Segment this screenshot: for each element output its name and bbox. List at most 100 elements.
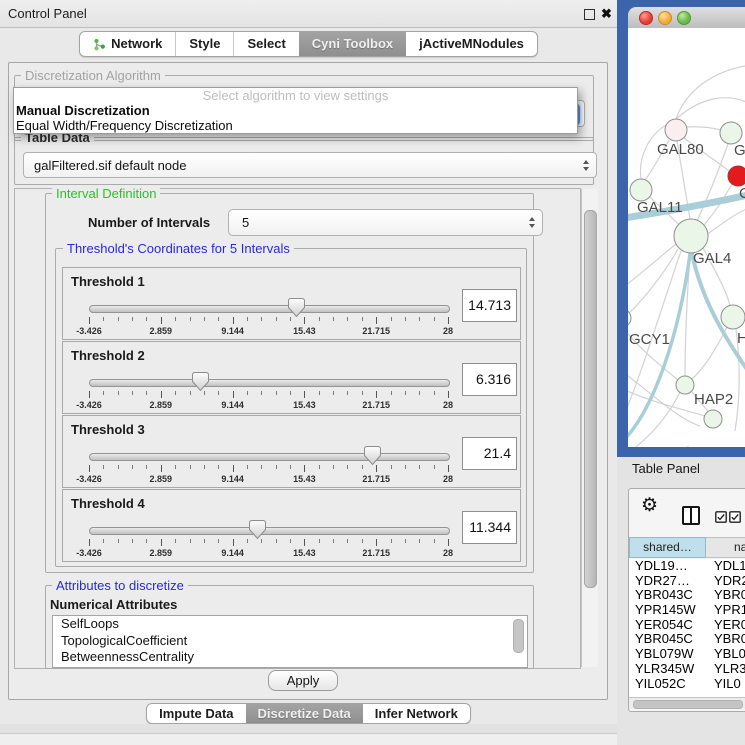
network-node-hap2[interactable] — [676, 376, 694, 394]
tick-label: 2.859 — [150, 400, 173, 410]
attribute-item-betweennesscentrality[interactable]: BetweennessCentrality — [53, 649, 527, 666]
slider-thumb[interactable] — [249, 520, 266, 539]
table-row[interactable]: YIL052CYIL0 — [629, 677, 745, 692]
popup-option-equal-width-frequency-discretization[interactable]: Equal Width/Frequency Discretization — [14, 118, 577, 133]
table-row[interactable]: YDL19…YDL1 — [629, 559, 745, 574]
network-node-label: GAL80 — [657, 141, 704, 158]
slider-track[interactable] — [89, 305, 450, 313]
checkbox-checked-icon[interactable] — [729, 511, 741, 523]
table-cell[interactable]: YLR3 — [706, 662, 745, 677]
tab-jactivemnodules[interactable]: jActiveMNodules — [406, 32, 537, 56]
table-row[interactable]: YPR145WYPR1 — [629, 603, 745, 618]
minimize-traffic-light-icon[interactable] — [658, 11, 672, 25]
network-node-c[interactable] — [728, 166, 745, 186]
number-of-intervals-spinner[interactable]: 5 — [228, 209, 543, 236]
table-data-combobox[interactable]: galFiltered.sif default node — [23, 152, 597, 178]
network-icon — [93, 38, 106, 51]
close-traffic-light-icon[interactable] — [639, 11, 653, 25]
tab-cyni-toolbox[interactable]: Cyni Toolbox — [299, 32, 406, 56]
table-cell[interactable]: YBR0 — [706, 588, 745, 603]
threshold-value-field[interactable]: 6.316 — [462, 363, 517, 396]
table-row[interactable]: YBL079WYBL0 — [629, 647, 745, 662]
spinner-stepper-icon[interactable] — [529, 217, 535, 228]
table-cell[interactable]: YPR145W — [629, 603, 706, 618]
table-row[interactable]: YBR043CYBR0 — [629, 588, 745, 603]
table-cell[interactable]: YBL079W — [629, 647, 706, 662]
network-node-gal80[interactable] — [665, 119, 687, 141]
table-cell[interactable]: YER0 — [706, 618, 745, 633]
table-row[interactable]: YBR045CYBR0 — [629, 632, 745, 647]
table-browser-window: ⚙ shared… na YDL19…YDL1YDR27…YDR2YBR043C… — [628, 488, 745, 712]
table-cell[interactable]: YIL0 — [706, 677, 745, 692]
attribute-item-topologicalcoefficient[interactable]: TopologicalCoefficient — [53, 633, 527, 650]
network-node-ga[interactable] — [720, 122, 742, 144]
slider-thumb[interactable] — [192, 372, 209, 391]
slider-thumb[interactable] — [288, 298, 305, 317]
table-cell[interactable]: YDL19… — [629, 559, 706, 574]
network-node[interactable] — [704, 410, 722, 428]
table-row[interactable]: YLR345WYLR3 — [629, 662, 745, 677]
list-scrollbar-thumb[interactable] — [513, 619, 524, 653]
threshold-value-field[interactable]: 21.4 — [462, 437, 517, 470]
discretization-algorithm-label: Discretization Algorithm — [21, 68, 165, 83]
table-header-name[interactable]: na — [706, 537, 745, 558]
table-cell[interactable]: YDL1 — [706, 559, 745, 574]
table-cell[interactable]: YBL0 — [706, 647, 745, 662]
tab-discretize-data[interactable]: Discretize Data — [246, 704, 363, 723]
network-node-gal4[interactable] — [674, 219, 708, 253]
tab-select[interactable]: Select — [233, 32, 298, 56]
gear-icon[interactable]: ⚙ — [641, 495, 658, 517]
slider-track[interactable] — [89, 527, 450, 535]
tick-label: 21.715 — [362, 548, 390, 558]
table-cell[interactable]: YER054C — [629, 618, 706, 633]
tick-label: 21.715 — [362, 400, 390, 410]
table-header-shared-name[interactable]: shared… — [629, 537, 706, 558]
table-cell[interactable]: YBR043C — [629, 588, 706, 603]
float-window-icon[interactable] — [584, 9, 595, 20]
tab-label: Infer Network — [375, 704, 458, 723]
tab-impute-data[interactable]: Impute Data — [147, 704, 245, 723]
table-cell[interactable]: YBR045C — [629, 632, 706, 647]
table-row[interactable]: YDR27…YDR2 — [629, 574, 745, 589]
network-node-h[interactable] — [721, 305, 745, 329]
slider-thumb[interactable] — [364, 446, 381, 465]
table-cell[interactable]: YDR27… — [629, 574, 706, 589]
network-node-label: C — [739, 185, 745, 202]
checkbox-checked-icon[interactable] — [715, 511, 727, 523]
tick-label: 15.43 — [293, 548, 316, 558]
scrollbar-thumb[interactable] — [584, 210, 597, 588]
tab-label: Cyni Toolbox — [312, 32, 393, 56]
slider-track[interactable] — [89, 453, 450, 461]
apply-button[interactable]: Apply — [268, 670, 338, 691]
table-cell[interactable]: YBR0 — [706, 632, 745, 647]
popup-hint: Select algorithm to view settings — [14, 88, 577, 103]
table-cell[interactable]: YDR2 — [706, 574, 745, 589]
tab-infer-network[interactable]: Infer Network — [363, 704, 470, 723]
vertical-scrollbar[interactable] — [581, 189, 598, 667]
split-pane-icon[interactable] — [682, 506, 700, 525]
threshold-value-field[interactable]: 14.713 — [462, 289, 517, 322]
tick-label: 15.43 — [293, 326, 316, 336]
threshold-value-field[interactable]: 11.344 — [462, 511, 517, 544]
table-header-row: shared… na — [629, 537, 745, 558]
popup-option-manual-discretization[interactable]: Manual Discretization — [14, 103, 577, 118]
table-cell[interactable]: YIL052C — [629, 677, 706, 692]
tick-label: 21.715 — [362, 326, 390, 336]
control-panel-titlebar: Control Panel ✖ — [0, 0, 617, 28]
slider-track[interactable] — [89, 379, 450, 387]
slider-ticks — [89, 465, 448, 473]
network-node-gal11[interactable] — [630, 179, 652, 201]
tab-network[interactable]: Network — [80, 32, 175, 56]
horizontal-scrollbar[interactable] — [629, 697, 745, 709]
combobox-stepper-icon[interactable] — [583, 160, 589, 171]
tab-style[interactable]: Style — [175, 32, 233, 56]
scrollbar-thumb[interactable] — [633, 700, 743, 709]
numerical-attributes-list[interactable]: SelfLoopsTopologicalCoefficientBetweenne… — [52, 615, 528, 668]
table-cell[interactable]: YLR345W — [629, 662, 706, 677]
table-row[interactable]: YER054CYER0 — [629, 618, 745, 633]
attribute-item-selfloops[interactable]: SelfLoops — [53, 616, 527, 633]
zoom-traffic-light-icon[interactable] — [677, 11, 691, 25]
table-cell[interactable]: YPR1 — [706, 603, 745, 618]
network-canvas[interactable]: GAL80GACGAL11GAL4GCY1HHAP2 — [628, 28, 745, 447]
close-icon[interactable]: ✖ — [601, 4, 612, 23]
